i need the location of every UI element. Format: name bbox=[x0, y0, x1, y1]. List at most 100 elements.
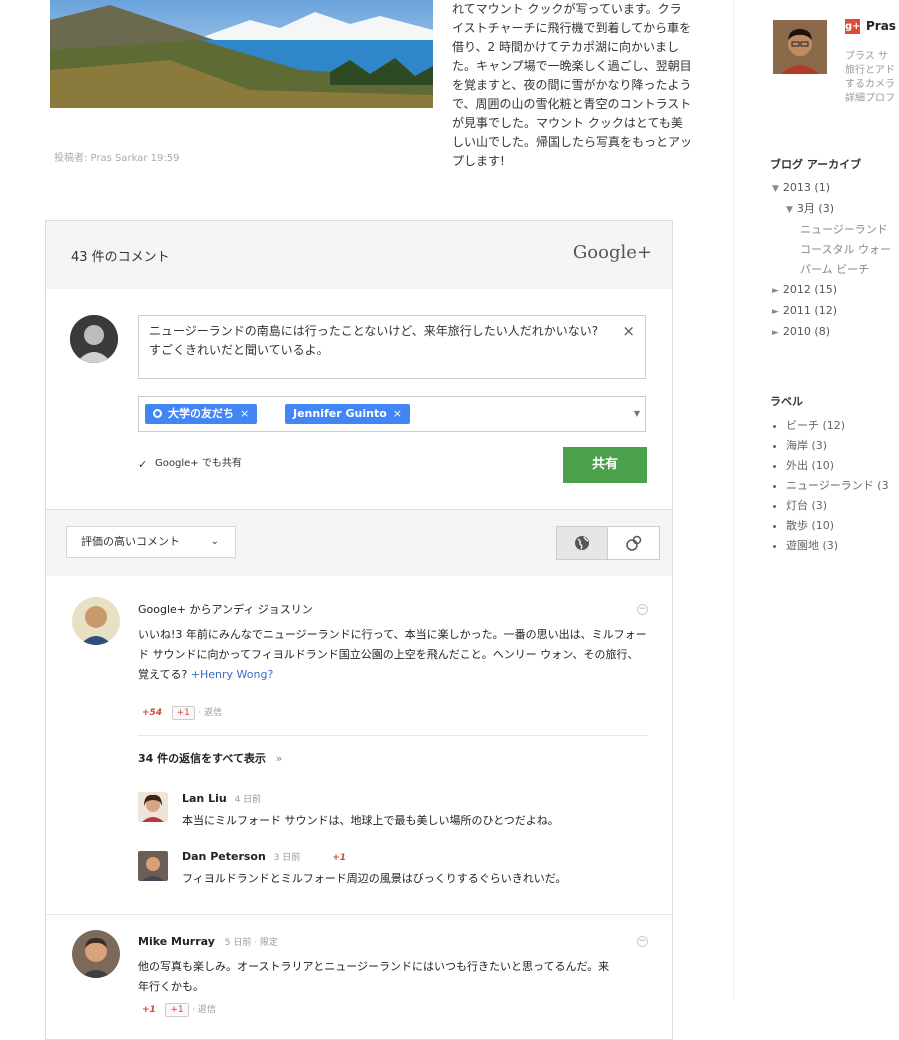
divider bbox=[46, 914, 672, 915]
divider bbox=[138, 735, 648, 736]
chevron-down-icon: ⌄ bbox=[210, 536, 219, 547]
archive-item[interactable]: ▼ 2013 (1) bbox=[772, 178, 891, 199]
plus-one-button[interactable]: +1 bbox=[171, 706, 195, 720]
archive-item[interactable]: ▼ 3月 (3) bbox=[772, 199, 891, 220]
sort-label: 評価の高いコメント bbox=[81, 535, 180, 548]
sort-bar: 評価の高いコメント ⌄ bbox=[46, 509, 672, 576]
profile-bio-line: するカメラ bbox=[845, 79, 895, 90]
remove-icon[interactable]: × bbox=[240, 407, 249, 420]
also-share-label: Google+ でも共有 bbox=[155, 458, 242, 469]
recipient-label: Jennifer Guinto bbox=[293, 407, 387, 420]
expand-icon[interactable]: ► bbox=[772, 307, 779, 317]
comment-author-name: Mike Murray bbox=[138, 935, 215, 948]
circle-icon bbox=[153, 409, 162, 418]
remove-icon[interactable]: × bbox=[393, 407, 402, 420]
label-link[interactable]: ビーチ (12) bbox=[786, 416, 899, 436]
plus-count: +1 bbox=[142, 1005, 156, 1015]
plus-one-button[interactable]: +1 bbox=[165, 1003, 189, 1017]
expand-icon[interactable]: ► bbox=[772, 328, 779, 338]
sidebar-divider bbox=[733, 0, 734, 1000]
globe-icon bbox=[575, 536, 589, 550]
show-replies-label: 34 件の返信をすべて表示 bbox=[138, 752, 266, 765]
comment-author[interactable]: Google+ からアンディ ジョスリン bbox=[138, 601, 313, 617]
comment-input-text: ニュージーランドの南島には行ったことないけど、来年旅行したい人だれかいない?すご… bbox=[149, 324, 599, 357]
reply-time: 3 日前 bbox=[273, 853, 301, 863]
profile-bio-link[interactable]: 詳細プロフ bbox=[845, 92, 899, 106]
post-photo bbox=[50, 0, 433, 108]
labels-list: ビーチ (12) 海岸 (3) 外出 (10) ニュージーランド (3 灯台 (… bbox=[772, 416, 899, 556]
comment-text: 他の写真も楽しみ。オーストラリアとニュージーランドにはいつも行きたいと思ってるん… bbox=[138, 960, 610, 993]
google-plus-logo: Google+ bbox=[572, 242, 652, 263]
post-body: れてマウント クックが写っています。クライストチャーチに飛行機で到着してから車を… bbox=[452, 2, 693, 168]
profile-bio-line: プラス サ bbox=[845, 51, 888, 62]
archive-post-link[interactable]: コースタル ウォー bbox=[772, 240, 891, 260]
comment-input[interactable]: ニュージーランドの南島には行ったことないけど、来年旅行したい人だれかいない?すご… bbox=[138, 315, 646, 379]
expand-icon[interactable]: ► bbox=[772, 286, 779, 296]
archive-item[interactable]: ► 2010 (8) bbox=[772, 322, 891, 343]
archive-list: ▼ 2013 (1) ▼ 3月 (3) ニュージーランド コースタル ウォー パーム… bbox=[772, 178, 891, 343]
caret-down-icon[interactable]: ▼ bbox=[634, 409, 640, 418]
label-link[interactable]: ニュージーランド (3 bbox=[786, 476, 899, 496]
comment-actions: +54 +1 · 返信 bbox=[142, 702, 222, 723]
recipient-chip[interactable]: 大学の友だち × bbox=[145, 404, 258, 424]
avatar[interactable] bbox=[773, 20, 827, 74]
reply-link[interactable]: · 返信 bbox=[192, 1005, 216, 1015]
collapse-icon[interactable]: − bbox=[637, 604, 648, 615]
avatar[interactable] bbox=[138, 851, 168, 881]
reply-author[interactable]: Lan Liu 4 日前 bbox=[182, 792, 261, 805]
avatar[interactable] bbox=[72, 930, 120, 978]
plus-count: +54 bbox=[142, 708, 163, 718]
public-view-button[interactable] bbox=[557, 527, 608, 559]
share-button[interactable]: 共有 bbox=[563, 447, 647, 483]
archive-label: 2013 (1) bbox=[782, 181, 830, 194]
circles-view-button[interactable] bbox=[609, 527, 659, 559]
label-link[interactable]: 外出 (10) bbox=[786, 456, 899, 476]
comment-author[interactable]: Mike Murray 5 日前 · 限定 bbox=[138, 935, 278, 948]
plus-count: +1 bbox=[332, 853, 347, 863]
profile-name[interactable]: Pras bbox=[866, 19, 896, 33]
reply-text: フィヨルドランドとミルフォード周辺の風景はびっくりするぐらいきれいだ。 bbox=[182, 872, 567, 885]
profile-bio-line: 旅行とアド bbox=[845, 65, 895, 76]
widget-header: 43 件のコメント Google+ bbox=[46, 221, 672, 289]
archive-heading: ブログ アーカイブ bbox=[770, 158, 862, 171]
archive-label: 3月 (3) bbox=[796, 202, 834, 215]
archive-item[interactable]: ► 2012 (15) bbox=[772, 280, 891, 301]
archive-item[interactable]: ► 2011 (12) bbox=[772, 301, 891, 322]
google-plus-icon[interactable]: g+ bbox=[845, 19, 861, 34]
label-link[interactable]: 散歩 (10) bbox=[786, 516, 899, 536]
profile-bio: プラス サ 旅行とアド するカメラ 詳細プロフ bbox=[845, 50, 899, 106]
reply-time: 4 日前 bbox=[234, 795, 262, 805]
also-share-option[interactable]: ✓ Google+ でも共有 bbox=[138, 454, 242, 470]
reply-author-name: Lan Liu bbox=[182, 792, 227, 805]
label-link[interactable]: 海岸 (3) bbox=[786, 436, 899, 456]
archive-label: 2010 (8) bbox=[782, 325, 830, 338]
reply-author-name: Dan Peterson bbox=[182, 850, 266, 863]
reply-link[interactable]: · 返信 bbox=[198, 708, 222, 718]
reply-author[interactable]: Dan Peterson 3 日前 +1 bbox=[182, 850, 346, 863]
sort-dropdown[interactable]: 評価の高いコメント ⌄ bbox=[66, 526, 236, 558]
recipient-chip[interactable]: Jennifer Guinto × bbox=[285, 404, 410, 424]
label-link[interactable]: 灯台 (3) bbox=[786, 496, 899, 516]
comments-widget: 43 件のコメント Google+ ニュージーランドの南島には行ったことないけど… bbox=[45, 220, 673, 1040]
recipients-field[interactable]: 大学の友だち × Jennifer Guinto × ▼ bbox=[138, 396, 646, 432]
chevron-double-down-icon: » bbox=[275, 752, 283, 765]
archive-label: 2012 (15) bbox=[782, 283, 837, 296]
expand-icon[interactable]: ▼ bbox=[772, 184, 779, 194]
close-icon[interactable]: × bbox=[622, 322, 635, 340]
comment-time: 5 日前 · 限定 bbox=[224, 938, 278, 948]
labels-heading: ラベル bbox=[770, 395, 803, 408]
label-link[interactable]: 遊園地 (3) bbox=[786, 536, 899, 556]
archive-post-link[interactable]: ニュージーランド bbox=[772, 220, 891, 240]
circles-icon bbox=[626, 535, 642, 551]
checkmark-icon[interactable]: ✓ bbox=[138, 459, 149, 470]
reply-text: 本当にミルフォード サウンドは、地球上で最も美しい場所のひとつだよね。 bbox=[182, 814, 559, 827]
avatar[interactable] bbox=[138, 792, 168, 822]
comment-text: いいね!3 年前にみんなでニュージーランドに行って、本当に楽しかった。一番の思い… bbox=[138, 625, 648, 685]
collapse-icon[interactable]: − bbox=[637, 936, 648, 947]
view-toggle bbox=[556, 526, 660, 560]
mention-link[interactable]: +Henry Wong? bbox=[191, 668, 274, 681]
avatar[interactable] bbox=[72, 597, 120, 645]
expand-icon[interactable]: ▼ bbox=[786, 205, 793, 215]
show-replies-link[interactable]: 34 件の返信をすべて表示 » bbox=[138, 749, 283, 769]
archive-post-link[interactable]: パーム ビーチ bbox=[772, 260, 891, 280]
